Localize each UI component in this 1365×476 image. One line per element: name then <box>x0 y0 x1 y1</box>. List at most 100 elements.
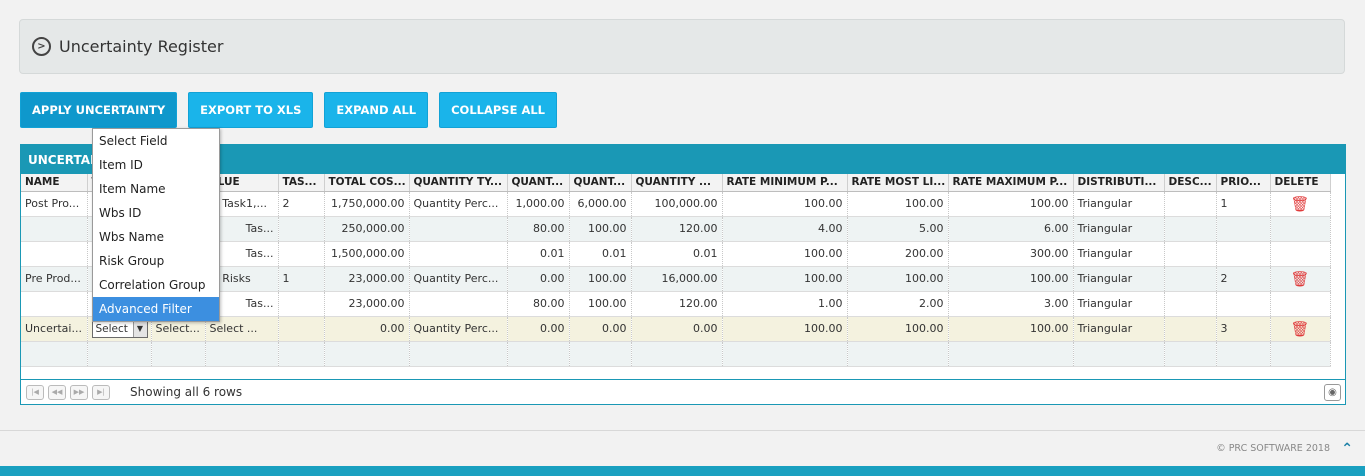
table-cell[interactable] <box>1164 191 1217 217</box>
column-header[interactable]: DELETE <box>1270 174 1331 192</box>
field-select-dropdown[interactable]: Select Field Item ID Item Name Wbs ID Wbs Na… <box>92 128 220 322</box>
table-cell[interactable] <box>631 341 723 367</box>
table-cell[interactable] <box>1216 241 1271 267</box>
table-cell[interactable]: 1,000.00 <box>507 191 570 217</box>
table-cell[interactable] <box>409 341 508 367</box>
expand-all-button[interactable]: EXPAND ALL <box>324 92 429 128</box>
table-cell[interactable] <box>278 241 325 267</box>
table-cell[interactable]: 1,500,000.00 <box>324 241 410 267</box>
table-cell[interactable] <box>1164 216 1217 242</box>
lightbulb-icon[interactable]: ◉ <box>1324 384 1341 401</box>
table-cell[interactable]: 5.00 <box>847 216 949 242</box>
table-cell[interactable]: 0.01 <box>507 241 570 267</box>
table-cell[interactable] <box>278 341 325 367</box>
table-cell[interactable]: 6.00 <box>948 216 1074 242</box>
table-cell[interactable]: 0.00 <box>631 316 723 342</box>
table-cell[interactable]: 100.00 <box>847 191 949 217</box>
table-cell[interactable] <box>324 341 410 367</box>
dropdown-option[interactable]: Item ID <box>93 153 219 177</box>
column-header[interactable]: QUANT... <box>569 174 632 192</box>
table-cell[interactable]: Quantity Perc... <box>409 191 508 217</box>
dropdown-option[interactable]: Select Field <box>93 129 219 153</box>
table-cell[interactable] <box>1270 216 1331 242</box>
table-cell[interactable] <box>278 216 325 242</box>
table-cell[interactable] <box>1164 266 1217 292</box>
column-header[interactable]: QUANTITY TY... <box>409 174 508 192</box>
table-cell[interactable]: 1 <box>1216 191 1271 217</box>
table-cell[interactable]: Quantity Perc... <box>409 266 508 292</box>
table-cell[interactable]: 200.00 <box>847 241 949 267</box>
table-cell[interactable] <box>569 341 632 367</box>
table-cell[interactable] <box>205 341 279 367</box>
column-header[interactable]: QUANTITY ... <box>631 174 723 192</box>
column-header[interactable]: TAS... <box>278 174 325 192</box>
column-header[interactable]: DISTRIBUTI... <box>1073 174 1165 192</box>
table-cell[interactable] <box>409 241 508 267</box>
table-cell[interactable]: 1,750,000.00 <box>324 191 410 217</box>
trash-icon[interactable]: 🗑 <box>1290 320 1309 338</box>
table-cell[interactable]: 6,000.00 <box>569 191 632 217</box>
table-cell[interactable] <box>21 341 88 367</box>
first-page-icon[interactable]: |◀ <box>26 384 44 400</box>
last-page-icon[interactable]: ▶| <box>92 384 110 400</box>
apply-uncertainty-button[interactable]: APPLY UNCERTAINTY <box>20 92 178 128</box>
table-cell[interactable]: Triangular <box>1073 291 1165 317</box>
table-cell[interactable] <box>409 216 508 242</box>
column-header[interactable]: DESC... <box>1164 174 1217 192</box>
dropdown-option[interactable]: Item Name <box>93 177 219 201</box>
table-cell[interactable]: 100,000.00 <box>631 191 723 217</box>
dropdown-option[interactable]: Wbs Name <box>93 225 219 249</box>
table-cell[interactable]: 100.00 <box>847 316 949 342</box>
column-header[interactable]: RATE MINIMUM P... <box>722 174 848 192</box>
table-cell[interactable] <box>21 241 88 267</box>
table-cell[interactable]: 100.00 <box>847 266 949 292</box>
table-cell[interactable]: 🗑 <box>1270 191 1331 217</box>
table-cell[interactable]: 3.00 <box>948 291 1074 317</box>
table-cell[interactable] <box>1270 241 1331 267</box>
table-cell[interactable]: Triangular <box>1073 316 1165 342</box>
column-header[interactable]: TOTAL COS... <box>324 174 410 192</box>
table-cell[interactable]: 120.00 <box>631 291 723 317</box>
table-cell[interactable]: 100.00 <box>722 191 848 217</box>
table-cell[interactable]: 300.00 <box>948 241 1074 267</box>
table-cell[interactable] <box>507 341 570 367</box>
table-cell[interactable]: Triangular <box>1073 266 1165 292</box>
table-cell[interactable] <box>1216 341 1271 367</box>
column-header[interactable]: PRIO... <box>1216 174 1271 192</box>
table-cell[interactable]: Post Pro... <box>21 191 88 217</box>
collapse-all-button[interactable]: COLLAPSE ALL <box>439 92 558 128</box>
table-row[interactable] <box>21 341 1331 367</box>
table-cell[interactable]: 4.00 <box>722 216 848 242</box>
table-cell[interactable] <box>1270 341 1331 367</box>
table-cell[interactable] <box>21 216 88 242</box>
prev-page-icon[interactable]: ◀◀ <box>48 384 66 400</box>
table-cell[interactable]: Triangular <box>1073 191 1165 217</box>
table-cell[interactable]: 16,000.00 <box>631 266 723 292</box>
column-header[interactable]: RATE MAXIMUM P... <box>948 174 1074 192</box>
panel-header[interactable]: > Uncertainty Register <box>19 19 1345 74</box>
table-cell[interactable] <box>1216 216 1271 242</box>
chevron-up-icon[interactable]: ⌃ <box>1341 441 1353 457</box>
table-cell[interactable]: 2 <box>278 191 325 217</box>
table-cell[interactable] <box>1073 341 1165 367</box>
table-cell[interactable]: 2.00 <box>847 291 949 317</box>
table-cell[interactable] <box>278 291 325 317</box>
table-cell[interactable]: 1.00 <box>722 291 848 317</box>
dropdown-option[interactable]: Wbs ID <box>93 201 219 225</box>
table-cell[interactable]: 100.00 <box>569 216 632 242</box>
dropdown-option[interactable]: Advanced Filter <box>93 297 219 321</box>
table-cell[interactable]: 23,000.00 <box>324 291 410 317</box>
table-cell[interactable]: 🗑 <box>1270 316 1331 342</box>
trash-icon[interactable]: 🗑 <box>1290 270 1309 288</box>
table-cell[interactable]: 100.00 <box>722 316 848 342</box>
table-cell[interactable] <box>151 341 206 367</box>
table-cell[interactable]: Triangular <box>1073 216 1165 242</box>
table-cell[interactable]: 🗑 <box>1270 266 1331 292</box>
table-cell[interactable]: 100.00 <box>722 241 848 267</box>
dropdown-option[interactable]: Risk Group <box>93 249 219 273</box>
table-cell[interactable] <box>1270 291 1331 317</box>
column-header[interactable]: QUANT... <box>507 174 570 192</box>
table-cell[interactable] <box>278 316 325 342</box>
table-cell[interactable] <box>722 341 848 367</box>
table-cell[interactable]: 100.00 <box>948 266 1074 292</box>
